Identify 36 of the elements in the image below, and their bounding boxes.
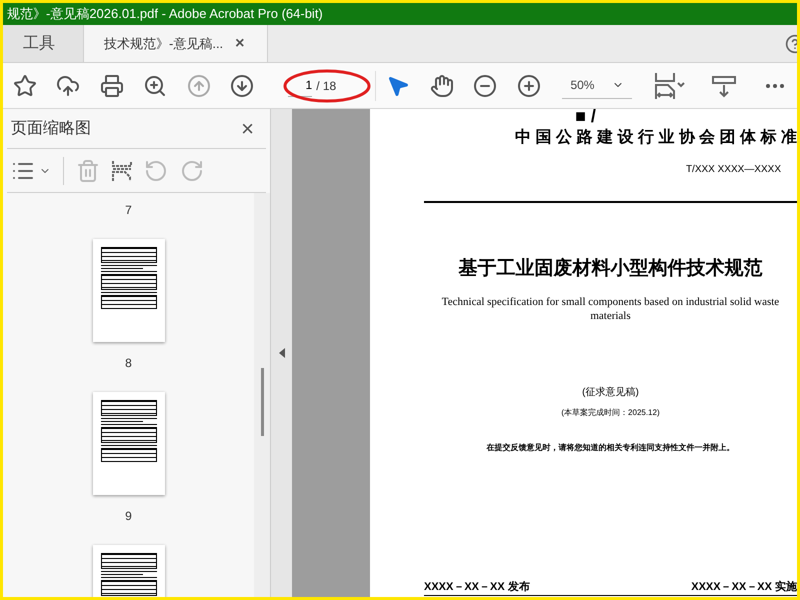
document-title: 基于工业固废材料小型构件技术规范: [458, 256, 762, 280]
collapse-arrow-icon[interactable]: [278, 348, 284, 358]
page-thumbnail[interactable]: [92, 392, 164, 495]
search-icon[interactable]: [143, 74, 168, 98]
close-tab-button[interactable]: ×: [235, 32, 245, 56]
cloud-upload-icon[interactable]: [56, 74, 80, 98]
draft-status: (征求意见稿): [582, 386, 639, 400]
header-text: 中 国 公 路 建 设 行 业 协 会 团 体 标 准: [515, 128, 797, 148]
scrollbar-thumb[interactable]: [260, 368, 264, 436]
panel-title: 页面缩略图: [11, 118, 91, 138]
page-thumbnail[interactable]: [92, 239, 164, 342]
page-number: 9: [125, 508, 132, 525]
completion-date: (本草案完成时间：2025.12): [561, 407, 660, 419]
print-icon[interactable]: [100, 74, 124, 98]
effective-date: XXXX－XX－XX 实施: [691, 580, 797, 594]
bookmark-star-icon[interactable]: [12, 74, 37, 98]
hand-icon[interactable]: [430, 74, 454, 98]
issue-date: XXXX－XX－XX 发布: [424, 580, 530, 594]
title-bar: 规范》-意见稿2026.01.pdf - Adobe Acrobat Pro (64-bit): [3, 3, 797, 25]
zoom-in-icon[interactable]: [516, 74, 541, 98]
page-split-icon[interactable]: [112, 160, 132, 182]
zoom-out-icon[interactable]: [473, 74, 498, 98]
tab[interactable]: 技术规范》-意见稿... ×: [83, 25, 268, 62]
page-number: 8: [125, 355, 132, 372]
standard-code: T/XXX XXXX—XXXX: [686, 163, 781, 177]
tab[interactable]: 工具: [3, 25, 83, 62]
notice-text: 在提交反馈意见时，请将您知道的相关专利连同支持性文件一并附上。: [486, 442, 734, 454]
document-subtitle: Technical specification for small components based on industrial solid waste materials: [440, 295, 780, 323]
page-total: / 18: [316, 78, 336, 94]
close-panel-button[interactable]: ×: [241, 112, 254, 145]
scroll-down-icon[interactable]: [712, 74, 736, 98]
zoom-field[interactable]: 50%: [562, 72, 632, 98]
cut-off-text: ■ /: [575, 109, 596, 123]
page-number: 7: [125, 202, 132, 219]
page-number-field[interactable]: 1: [288, 74, 312, 96]
next-page-icon[interactable]: [230, 74, 254, 98]
